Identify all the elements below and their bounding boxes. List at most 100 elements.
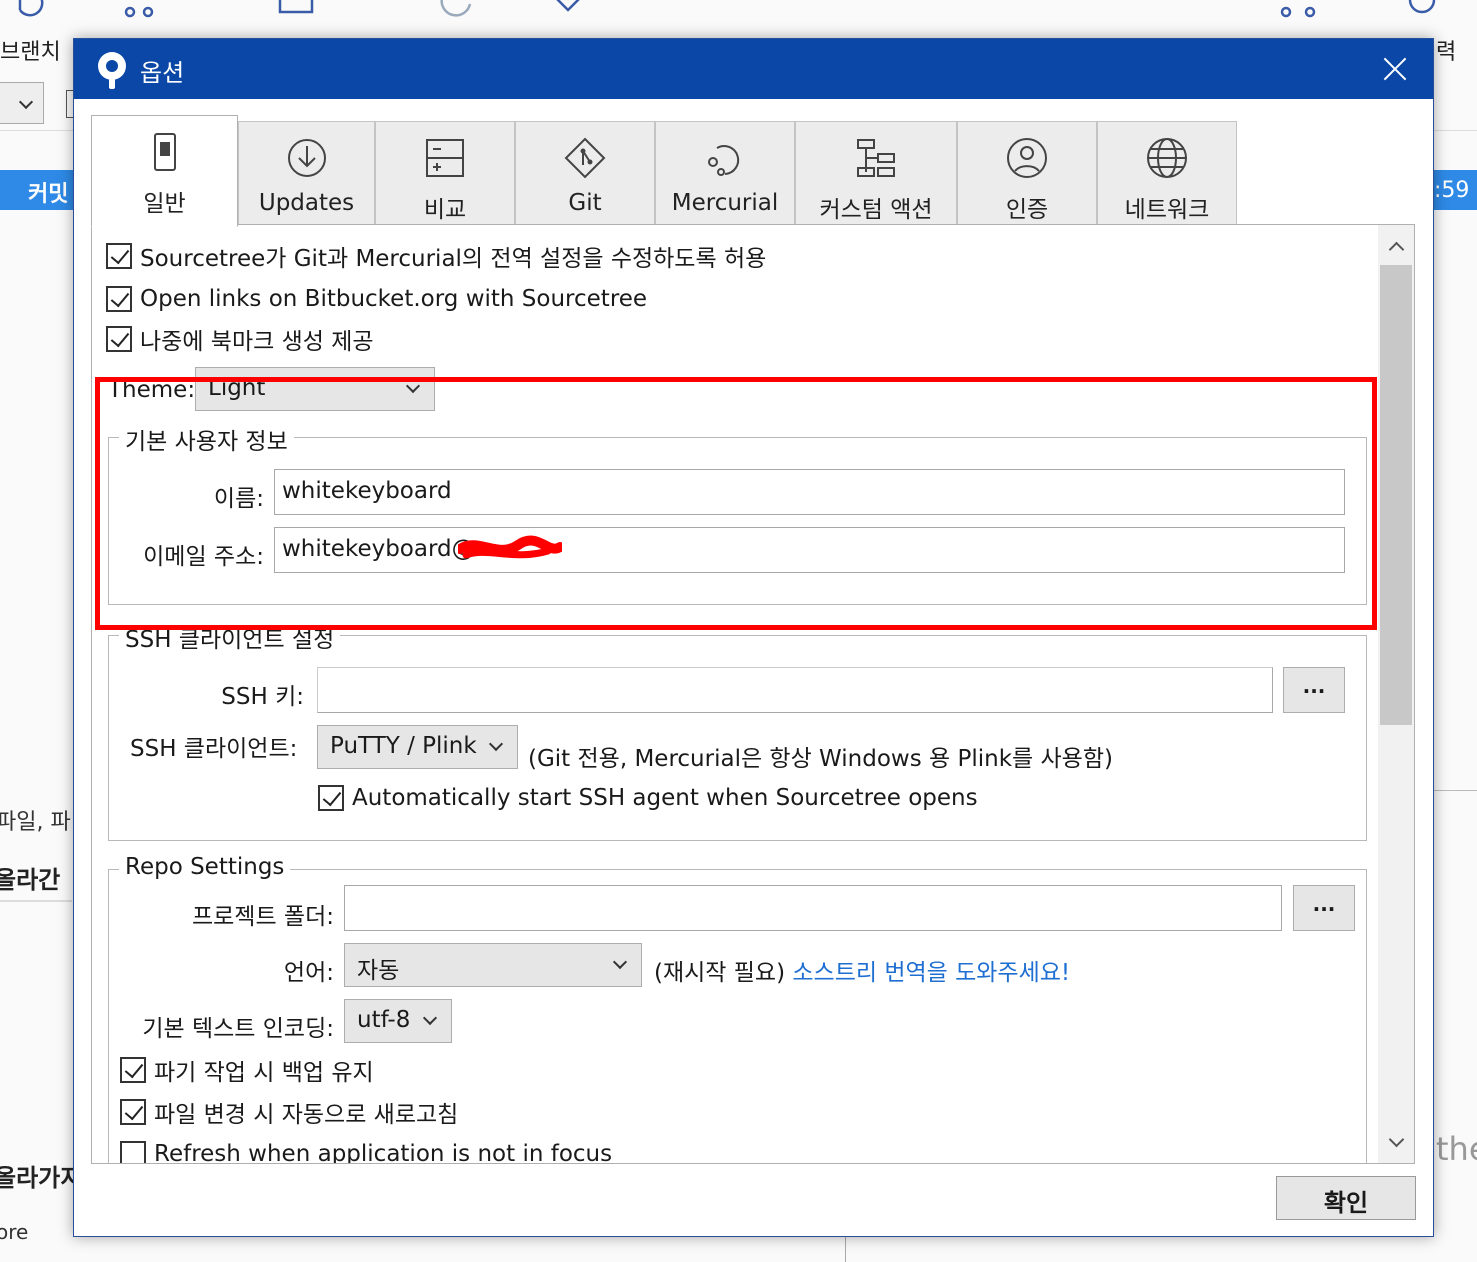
tab-updates[interactable]: Updates xyxy=(238,121,375,225)
pane-splitter[interactable] xyxy=(845,1235,846,1262)
refresh-when-unfocused-checkbox[interactable] xyxy=(120,1141,146,1163)
globe-icon xyxy=(1147,138,1187,178)
auto-refresh-option[interactable]: 파일 변경 시 자동으로 새로고침 xyxy=(120,1097,459,1128)
theme-selected-value: Light xyxy=(208,375,266,401)
group-title: 기본 사용자 정보 xyxy=(119,422,294,456)
options-dialog: 옵션 일반 Updates 비교 Git Mercurial 커스텀 액션 인증… xyxy=(73,38,1434,1237)
user-icon xyxy=(1007,138,1047,178)
ssh-key-label: SSH 키: xyxy=(221,684,304,710)
open-bitbucket-links-checkbox[interactable] xyxy=(106,286,132,312)
help-translate-link[interactable]: 소스트리 번역을 도와주세요! xyxy=(792,960,1070,986)
tab-general[interactable]: 일반 xyxy=(91,115,238,227)
project-folder-label: 프로젝트 폴더: xyxy=(191,904,334,930)
bottom-text-fragment: ore xyxy=(0,1220,29,1244)
default-user-info-group: 기본 사용자 정보 xyxy=(108,422,1367,605)
diff-icon xyxy=(426,139,464,177)
encoding-dropdown[interactable]: utf-8 xyxy=(344,999,452,1043)
checkbox-label: 파기 작업 시 백업 유지 xyxy=(154,1060,374,1086)
offer-bookmarks-option[interactable]: 나중에 북마크 생성 제공 xyxy=(106,324,374,355)
email-label: 이메일 주소: xyxy=(143,544,264,570)
unstaged-files-heading: 올라가지 xyxy=(0,1164,83,1192)
stash-toolbar-icon[interactable] xyxy=(278,0,314,22)
checkbox-label: Sourcetree가 Git과 Mercurial의 전역 설정을 수정하도록… xyxy=(140,246,767,272)
ok-button[interactable]: 확인 xyxy=(1276,1176,1416,1220)
refresh-toolbar-icon[interactable] xyxy=(438,0,474,22)
history-toolbar-icon[interactable] xyxy=(1280,0,1316,22)
tab-network[interactable]: 네트워크 xyxy=(1097,121,1237,225)
tab-label: Git xyxy=(568,190,602,216)
scrollbar-thumb[interactable] xyxy=(1380,265,1412,725)
project-folder-browse-button[interactable]: ... xyxy=(1293,885,1355,931)
ssh-key-browse-button[interactable]: ... xyxy=(1283,667,1345,713)
tab-label: Mercurial xyxy=(671,190,779,216)
tab-label: 커스텀 액션 xyxy=(819,197,933,223)
toolbar-label-fragment: 력 xyxy=(1436,40,1457,65)
email-field[interactable]: whitekeyboard@ xyxy=(274,527,1345,573)
checkbox-label: Open links on Bitbucket.org with Sourcet… xyxy=(140,286,648,312)
branch-toolbar-icon[interactable] xyxy=(12,0,48,22)
keep-backup-option[interactable]: 파기 작업 시 백업 유지 xyxy=(120,1055,374,1086)
auto-start-ssh-agent-option[interactable]: Automatically start SSH agent when Sourc… xyxy=(318,783,978,813)
general-settings-panel: Sourcetree가 Git과 Mercurial의 전역 설정을 수정하도록… xyxy=(91,224,1415,1164)
vertical-scrollbar[interactable] xyxy=(1378,225,1414,1163)
commit-row-time: :59 xyxy=(1434,178,1470,203)
tab-custom-actions[interactable]: 커스텀 액션 xyxy=(795,121,957,225)
keep-backup-checkbox[interactable] xyxy=(120,1057,146,1083)
tab-diff[interactable]: 비교 xyxy=(375,121,515,225)
staged-files-heading: 올라간 xyxy=(0,866,61,894)
auto-start-ssh-agent-checkbox[interactable] xyxy=(318,785,344,811)
language-selected-value: 자동 xyxy=(357,958,400,984)
theme-label: Theme: xyxy=(108,377,196,403)
ssh-client-dropdown[interactable]: PuTTY / Plink xyxy=(317,725,518,769)
theme-dropdown[interactable]: Light xyxy=(195,367,435,411)
default-encoding-label: 기본 텍스트 인코딩: xyxy=(142,1016,334,1042)
commit-row-label: 커밋 xyxy=(28,182,69,207)
tab-git[interactable]: Git xyxy=(515,121,655,225)
scroll-up-arrow-icon[interactable] xyxy=(1378,229,1414,265)
redaction-scribble xyxy=(458,535,562,559)
group-title: SSH 클라이언트 설정 xyxy=(119,620,341,654)
checkbox-label: Automatically start SSH agent when Sourc… xyxy=(352,785,978,811)
checkbox-label: Refresh when application is not in focus xyxy=(154,1141,613,1164)
encoding-selected-value: utf-8 xyxy=(357,1007,411,1033)
download-circle-icon xyxy=(287,139,326,177)
group-title: Repo Settings xyxy=(119,854,291,880)
checkbox-label: 나중에 북마크 생성 제공 xyxy=(140,329,374,355)
settings-switch-icon xyxy=(153,133,176,171)
allow-modify-global-config-checkbox[interactable] xyxy=(106,243,132,269)
auto-refresh-checkbox[interactable] xyxy=(120,1099,146,1125)
tab-mercurial[interactable]: Mercurial xyxy=(655,121,795,225)
offer-bookmarks-checkbox[interactable] xyxy=(106,326,132,352)
ssh-client-label: SSH 클라이언트: xyxy=(130,736,298,762)
custom-actions-icon xyxy=(857,139,895,177)
panel-divider xyxy=(1434,790,1477,791)
dialog-titlebar[interactable]: 옵션 xyxy=(74,39,1433,99)
refresh-when-unfocused-option[interactable]: Refresh when application is not in focus xyxy=(120,1139,613,1164)
dialog-title: 옵션 xyxy=(140,59,185,87)
branch-filter-dropdown[interactable] xyxy=(0,82,44,124)
project-folder-field[interactable] xyxy=(344,885,1282,931)
open-bitbucket-links-option[interactable]: Open links on Bitbucket.org with Sourcet… xyxy=(106,284,647,314)
tab-label: 비교 xyxy=(423,197,467,223)
mercurial-icon xyxy=(708,145,740,176)
language-note: (재시작 필요) 소스트리 번역을 도와주세요! xyxy=(654,953,1070,987)
tab-label: 일반 xyxy=(143,191,186,217)
tab-authentication[interactable]: 인증 xyxy=(957,121,1097,225)
sourcetree-logo-icon xyxy=(98,52,126,89)
tag-toolbar-icon[interactable] xyxy=(550,0,586,22)
allow-modify-global-config-option[interactable]: Sourcetree가 Git과 Mercurial의 전역 설정을 수정하도록… xyxy=(106,241,767,272)
ssh-client-note: (Git 전용, Mercurial은 항상 Windows 용 Plink를 … xyxy=(528,746,1113,772)
language-label: 언어: xyxy=(283,960,334,986)
ssh-key-field[interactable] xyxy=(317,667,1273,713)
merge-toolbar-icon[interactable] xyxy=(122,0,158,22)
diff-text-fragment: the xyxy=(1436,1130,1477,1168)
branch-toolbar-label: 브랜치 xyxy=(0,40,61,65)
checkbox-label: 파일 변경 시 자동으로 새로고침 xyxy=(154,1102,459,1128)
remote-toolbar-icon[interactable] xyxy=(1404,0,1440,22)
close-button[interactable] xyxy=(1375,49,1415,89)
scroll-down-arrow-icon[interactable] xyxy=(1378,1123,1414,1159)
name-value: whitekeyboard xyxy=(282,478,452,504)
name-field[interactable]: whitekeyboard xyxy=(274,469,1345,515)
language-dropdown[interactable]: 자동 xyxy=(344,943,642,987)
email-value: whitekeyboard@ xyxy=(282,536,475,562)
